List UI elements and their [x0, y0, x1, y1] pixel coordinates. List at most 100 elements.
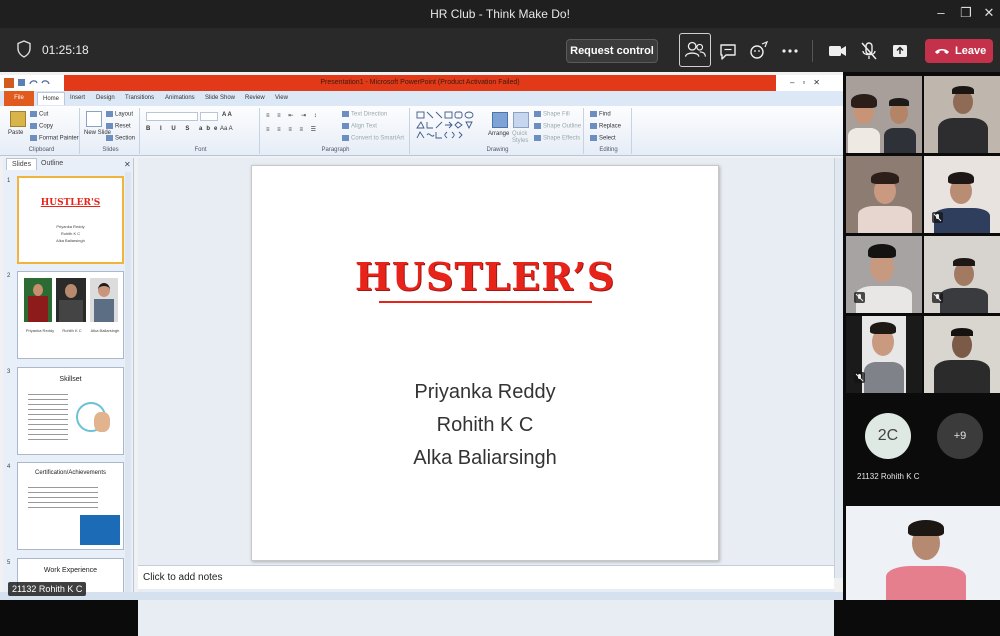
reset-icon	[106, 123, 113, 129]
window-title-bar: HR Club - Think Make Do! – ❐ ✕	[0, 0, 1000, 28]
fill-icon	[534, 111, 541, 117]
more-participants-button[interactable]: +9	[937, 413, 983, 459]
reactions-icon	[750, 40, 769, 59]
paste-button[interactable]: Paste	[8, 130, 23, 136]
ppt-window-title: Presentation1 - Microsoft PowerPoint (Pr…	[64, 75, 776, 91]
ribbon-group-font: A A B I U S abe Aa A Font	[142, 108, 260, 154]
ribbon-group-slides: New Slide Layout Reset Section Slides	[82, 108, 140, 154]
participant-video[interactable]	[924, 76, 1000, 153]
select-icon	[590, 135, 597, 141]
select-button[interactable]: Select	[590, 135, 616, 142]
people-button[interactable]	[679, 33, 711, 67]
current-slide[interactable]: HUSTLER’S Priyanka Reddy Rohith K C Alka…	[251, 165, 719, 561]
share-button[interactable]	[886, 38, 914, 64]
minimize-button[interactable]: –	[928, 5, 954, 20]
tab-design[interactable]: Design	[96, 95, 115, 101]
photo-graduate	[24, 278, 52, 322]
slide-thumbnail-3[interactable]: Skillset	[17, 367, 124, 455]
tab-transitions[interactable]: Transitions	[125, 95, 154, 101]
tab-home[interactable]: Home	[37, 92, 66, 105]
close-button[interactable]: ✕	[976, 5, 1000, 21]
grow-font-button[interactable]: A A	[222, 112, 232, 118]
participant-video[interactable]	[924, 156, 1000, 233]
photo-woman	[90, 278, 118, 322]
font-style-buttons[interactable]: B I U S abe	[146, 126, 221, 132]
ribbon-group-clipboard: Paste Cut Copy Format Painter Clipboard	[4, 108, 80, 154]
thumb-line: Priyanka Reddy	[56, 224, 85, 229]
slide-thumbnail-2[interactable]: Priyanka Reddy Rohith K C Alka Baliarsin…	[17, 271, 124, 359]
scissors-icon	[30, 111, 37, 117]
ribbon-group-drawing: Arrange Quick Styles Shape Fill Shape Ou…	[412, 108, 584, 154]
slide-thumbnail-1[interactable]: HUSTLER'S Priyanka Reddy Rohith K C Alka…	[17, 176, 124, 264]
tab-insert[interactable]: Insert	[70, 95, 85, 101]
effects-icon	[534, 135, 541, 141]
thumb-number: 1	[7, 178, 11, 184]
align-buttons[interactable]: ≡ ≡ ≡ ≡ ☰	[266, 126, 319, 133]
mic-off-icon	[932, 292, 943, 303]
notes-pane[interactable]: Click to add notes	[138, 565, 834, 589]
ribbon-group-paragraph: ≡ ≡ ⇤ ⇥ ↕ ≡ ≡ ≡ ≡ ☰ Text Direction Align…	[262, 108, 410, 154]
participant-video[interactable]	[924, 316, 1000, 393]
camera-button[interactable]	[823, 38, 851, 64]
find-button[interactable]: Find	[590, 111, 611, 118]
tab-slide-show[interactable]: Slide Show	[205, 95, 235, 101]
slide-names: Priyanka Reddy Rohith K C Alka Baliarsin…	[252, 376, 718, 475]
shape-fill-button[interactable]: Shape Fill	[534, 111, 570, 118]
self-view-video[interactable]	[846, 506, 1000, 600]
layout-button[interactable]: Layout	[106, 111, 133, 118]
slide-thumbnail-4[interactable]: Certification/Achievements	[17, 462, 124, 550]
tab-file[interactable]: File	[4, 91, 34, 106]
presenter-name-tag: 21132 Rohith K C	[8, 582, 87, 596]
font-color-button[interactable]: Aa A	[220, 126, 233, 132]
align-text-button[interactable]: Align Text	[342, 123, 377, 130]
participant-video[interactable]	[846, 316, 922, 393]
phone-hangup-icon	[935, 49, 949, 54]
mic-off-icon	[861, 42, 877, 60]
tab-view[interactable]: View	[275, 95, 288, 101]
tab-animations[interactable]: Animations	[165, 95, 195, 101]
ppt-window-controls[interactable]: –▫✕	[790, 78, 828, 87]
shape-effects-button[interactable]: Shape Effects	[534, 135, 580, 142]
tab-slides[interactable]: Slides	[6, 158, 38, 170]
copy-button[interactable]: Copy	[30, 123, 53, 130]
thumb-caption: Priyanka Reddy	[25, 328, 55, 333]
request-control-button[interactable]: Request control	[566, 39, 658, 63]
close-pane-icon[interactable]: ✕	[124, 160, 131, 169]
reactions-button[interactable]	[745, 38, 773, 64]
meeting-timer: 01:25:18	[42, 43, 89, 57]
arrange-button[interactable]: Arrange	[488, 131, 509, 137]
copy-icon	[30, 123, 37, 129]
format-painter-button[interactable]: Format Painter	[30, 135, 79, 142]
text-direction-button[interactable]: Text Direction	[342, 111, 387, 118]
arrange-icon	[492, 112, 508, 128]
reset-button[interactable]: Reset	[106, 123, 131, 130]
slides-pane-scrollbar[interactable]	[125, 172, 131, 598]
mic-button[interactable]	[855, 38, 883, 64]
shield-icon	[17, 40, 31, 58]
section-button[interactable]: Section	[106, 135, 135, 142]
cut-button[interactable]: Cut	[30, 111, 48, 118]
participant-video[interactable]	[846, 76, 922, 153]
editor-scrollbar[interactable]	[834, 158, 843, 578]
chat-button[interactable]	[714, 38, 742, 64]
participant-avatar[interactable]: 2C	[865, 413, 911, 459]
convert-smartart-button[interactable]: Convert to SmartArt	[342, 135, 404, 142]
section-icon	[106, 135, 113, 141]
list-buttons[interactable]: ≡ ≡ ⇤ ⇥ ↕	[266, 112, 320, 119]
quick-styles-button[interactable]: Quick Styles	[512, 131, 532, 145]
shape-outline-button[interactable]: Shape Outline	[534, 123, 581, 130]
more-button[interactable]	[776, 38, 804, 64]
tab-outline[interactable]: Outline	[41, 160, 63, 167]
tab-review[interactable]: Review	[245, 95, 265, 101]
font-name-select[interactable]	[146, 112, 198, 121]
leave-button[interactable]: Leave	[925, 39, 993, 63]
group-label-drawing: Drawing	[486, 147, 509, 153]
participant-video[interactable]	[846, 156, 922, 233]
shapes-gallery-icon[interactable]	[416, 111, 482, 141]
thumb-image	[80, 515, 120, 545]
participant-video[interactable]	[846, 236, 922, 313]
font-size-select[interactable]	[200, 112, 218, 121]
replace-button[interactable]: Replace	[590, 123, 621, 130]
group-label-paragraph: Paragraph	[321, 147, 350, 153]
participant-video[interactable]	[924, 236, 1000, 313]
